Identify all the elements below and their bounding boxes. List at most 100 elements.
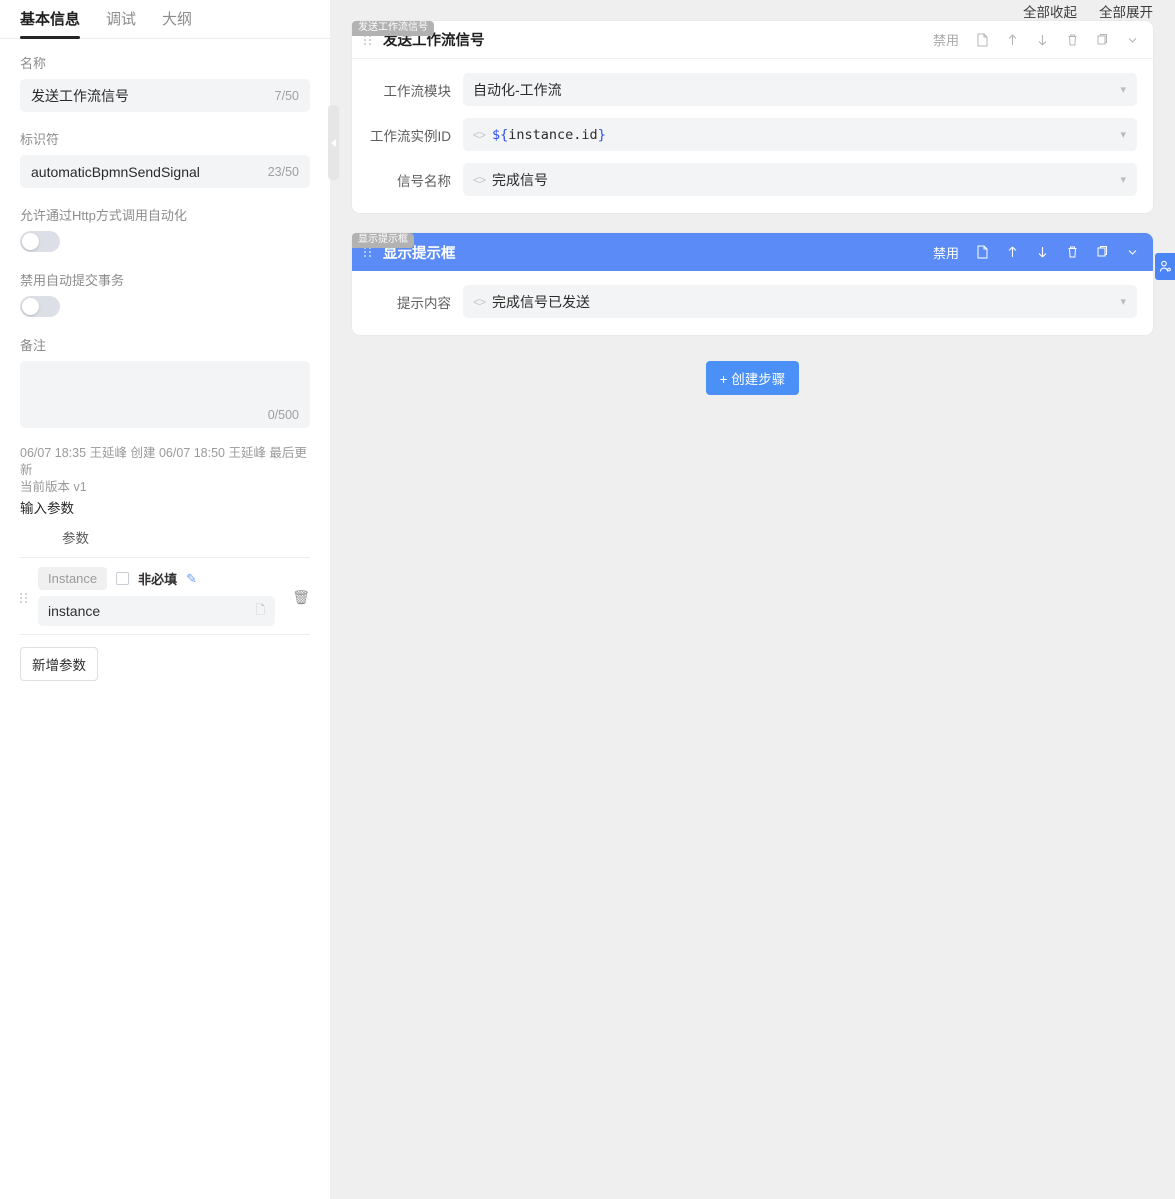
params-column-header: 参数 xyxy=(20,527,310,558)
chevron-down-icon: ▾ xyxy=(1120,296,1126,308)
expand-all-button[interactable]: 全部展开 xyxy=(1099,1,1153,21)
chevron-down-icon[interactable] xyxy=(1126,245,1139,259)
remark-label: 备注 xyxy=(20,338,47,353)
copy-small-icon[interactable]: 🗋 xyxy=(255,601,265,622)
tab-debug[interactable]: 调试 xyxy=(106,11,136,38)
input-params-title: 输入参数 xyxy=(20,501,74,516)
identifier-label: 标识符 xyxy=(20,132,60,147)
param-value-input[interactable]: instance 🗋 xyxy=(38,596,275,626)
move-down-icon[interactable] xyxy=(1036,245,1049,259)
step-card-body: 提示内容 <> 完成信号已发送 ▾ xyxy=(352,271,1153,335)
copy-icon[interactable] xyxy=(1096,33,1109,47)
step-title: 发送工作流信号 xyxy=(383,33,485,49)
form-row-workflow-module: 工作流模块 自动化-工作流 ▾ xyxy=(368,73,1137,106)
trash-icon[interactable] xyxy=(1066,33,1079,47)
value-toast-content: 完成信号已发送 xyxy=(492,293,591,310)
step-card-send-signal: 发送工作流信号 发送工作流信号 禁用 工作流模块 自动化-工作流 ▾ 工作流实例… xyxy=(352,21,1153,213)
identifier-counter: 23/50 xyxy=(267,164,299,179)
step-toolbar: 禁用 xyxy=(933,243,1139,262)
select-signal-name[interactable]: <> 完成信号 ▾ xyxy=(463,163,1137,196)
param-name-chip[interactable]: Instance xyxy=(38,567,108,590)
move-up-icon[interactable] xyxy=(1006,245,1019,259)
form-row-instance-id: 工作流实例ID <> ${instance.id} ▾ xyxy=(368,118,1137,151)
step-card-header[interactable]: 显示提示框 禁用 xyxy=(352,233,1153,271)
move-up-icon[interactable] xyxy=(1006,33,1019,47)
name-input-value: 发送工作流信号 xyxy=(31,87,129,104)
label-workflow-module: 工作流模块 xyxy=(383,83,452,99)
sidebar-body: 名称 发送工作流信号 7/50 标识符 automaticBpmnSendSig… xyxy=(0,39,330,681)
copy-icon[interactable] xyxy=(1096,245,1109,259)
select-instance-id[interactable]: <> ${instance.id} ▾ xyxy=(463,118,1137,151)
identifier-input-value: automaticBpmnSendSignal xyxy=(31,163,200,180)
main-toolbar: 全部收起 全部展开 xyxy=(352,0,1153,22)
param-drag-handle-icon[interactable] xyxy=(20,593,30,603)
disable-step-button[interactable]: 禁用 xyxy=(933,30,959,49)
form-row-signal-name: 信号名称 <> 完成信号 ▾ xyxy=(368,163,1137,196)
left-sidebar: 基本信息 调试 大纲 名称 发送工作流信号 7/50 标识符 automatic… xyxy=(0,0,339,1199)
name-input[interactable]: 发送工作流信号 7/50 xyxy=(20,79,310,112)
step-title: 显示提示框 xyxy=(383,245,456,262)
step-toolbar: 禁用 xyxy=(933,30,1139,49)
tab-basic-info[interactable]: 基本信息 xyxy=(20,11,81,39)
chevron-down-icon[interactable] xyxy=(1126,33,1139,47)
name-counter: 7/50 xyxy=(274,88,299,103)
step-card: 显示提示框 禁用 提示内容 <> 完成信号已发送 ▾ xyxy=(352,233,1153,335)
step-card: 发送工作流信号 禁用 工作流模块 自动化-工作流 ▾ 工作流实例ID <> ${… xyxy=(352,21,1153,213)
version-info: 当前版本 v1 xyxy=(20,480,87,494)
param-value-text: instance xyxy=(48,603,101,619)
param-main: Instance 非必填 ✎ instance 🗋 xyxy=(38,567,284,626)
value-instance-id: ${instance.id} xyxy=(492,126,606,143)
code-brackets-icon: <> xyxy=(473,172,486,187)
param-delete-icon[interactable]: 🗑 xyxy=(292,589,310,606)
autocommit-toggle[interactable] xyxy=(20,296,60,317)
move-down-icon[interactable] xyxy=(1036,33,1049,47)
trash-icon[interactable] xyxy=(1066,245,1079,259)
add-param-button[interactable]: 新增参数 xyxy=(20,647,98,681)
code-brackets-icon: <> xyxy=(473,127,486,142)
identifier-input[interactable]: automaticBpmnSendSignal 23/50 xyxy=(20,155,310,188)
create-step-wrap: + 创建步骤 xyxy=(352,361,1153,395)
remark-counter: 0/500 xyxy=(267,408,299,422)
form-row-toast-content: 提示内容 <> 完成信号已发送 ▾ xyxy=(368,285,1137,318)
code-brackets-icon: <> xyxy=(473,294,486,309)
create-step-button[interactable]: + 创建步骤 xyxy=(705,361,800,395)
http-toggle[interactable] xyxy=(20,231,60,252)
select-toast-content[interactable]: <> 完成信号已发送 ▾ xyxy=(463,285,1137,318)
value-signal-name: 完成信号 xyxy=(492,171,549,188)
step-card-show-toast: 显示提示框 显示提示框 禁用 提示内容 <> 完成信号已发送 ▾ xyxy=(352,233,1153,335)
chevron-down-icon: ▾ xyxy=(1120,174,1126,186)
disable-step-button[interactable]: 禁用 xyxy=(933,243,959,262)
chevron-down-icon: ▾ xyxy=(1120,129,1126,141)
step-badge: 发送工作流信号 xyxy=(352,21,434,36)
step-card-body: 工作流模块 自动化-工作流 ▾ 工作流实例ID <> ${instance.id… xyxy=(352,59,1153,213)
user-panel-tab[interactable] xyxy=(1155,253,1175,280)
param-row: Instance 非必填 ✎ instance 🗋 🗑 xyxy=(20,558,310,635)
http-toggle-label: 允许通过Http方式调用自动化 xyxy=(20,208,187,223)
chevron-down-icon: ▾ xyxy=(1120,84,1126,96)
step-card-header[interactable]: 发送工作流信号 禁用 xyxy=(352,21,1153,59)
user-icon xyxy=(1159,260,1171,272)
value-workflow-module: 自动化-工作流 xyxy=(473,81,562,98)
audit-info: 06/07 18:35 王延峰 创建 06/07 18:50 王延峰 最后更新 xyxy=(20,446,307,477)
param-optional-label: 非必填 xyxy=(138,572,178,587)
drag-handle-icon[interactable] xyxy=(364,34,374,45)
label-signal-name: 信号名称 xyxy=(397,173,451,189)
name-label: 名称 xyxy=(20,56,47,71)
main-panel: 全部收起 全部展开 发送工作流信号 发送工作流信号 禁用 工作流模块 自动化-工… xyxy=(330,0,1175,1199)
param-optional-checkbox[interactable] xyxy=(116,572,130,585)
autocommit-toggle-label: 禁用自动提交事务 xyxy=(20,273,125,288)
param-top-row: Instance 非必填 ✎ xyxy=(38,567,284,590)
drag-handle-icon[interactable] xyxy=(364,247,374,257)
label-toast-content: 提示内容 xyxy=(397,295,451,311)
pencil-icon[interactable]: ✎ xyxy=(186,571,197,587)
tab-outline[interactable]: 大纲 xyxy=(162,11,192,38)
step-badge: 显示提示框 xyxy=(352,233,414,248)
sidebar-tabs: 基本信息 调试 大纲 xyxy=(0,0,330,39)
collapse-all-button[interactable]: 全部收起 xyxy=(1023,1,1077,21)
note-icon[interactable] xyxy=(976,33,989,47)
app-root: 基本信息 调试 大纲 名称 发送工作流信号 7/50 标识符 automatic… xyxy=(0,0,1175,1199)
select-workflow-module[interactable]: 自动化-工作流 ▾ xyxy=(463,73,1137,106)
note-icon[interactable] xyxy=(976,245,989,259)
label-instance-id: 工作流实例ID xyxy=(370,128,451,144)
remark-textarea[interactable]: 0/500 xyxy=(20,361,310,428)
